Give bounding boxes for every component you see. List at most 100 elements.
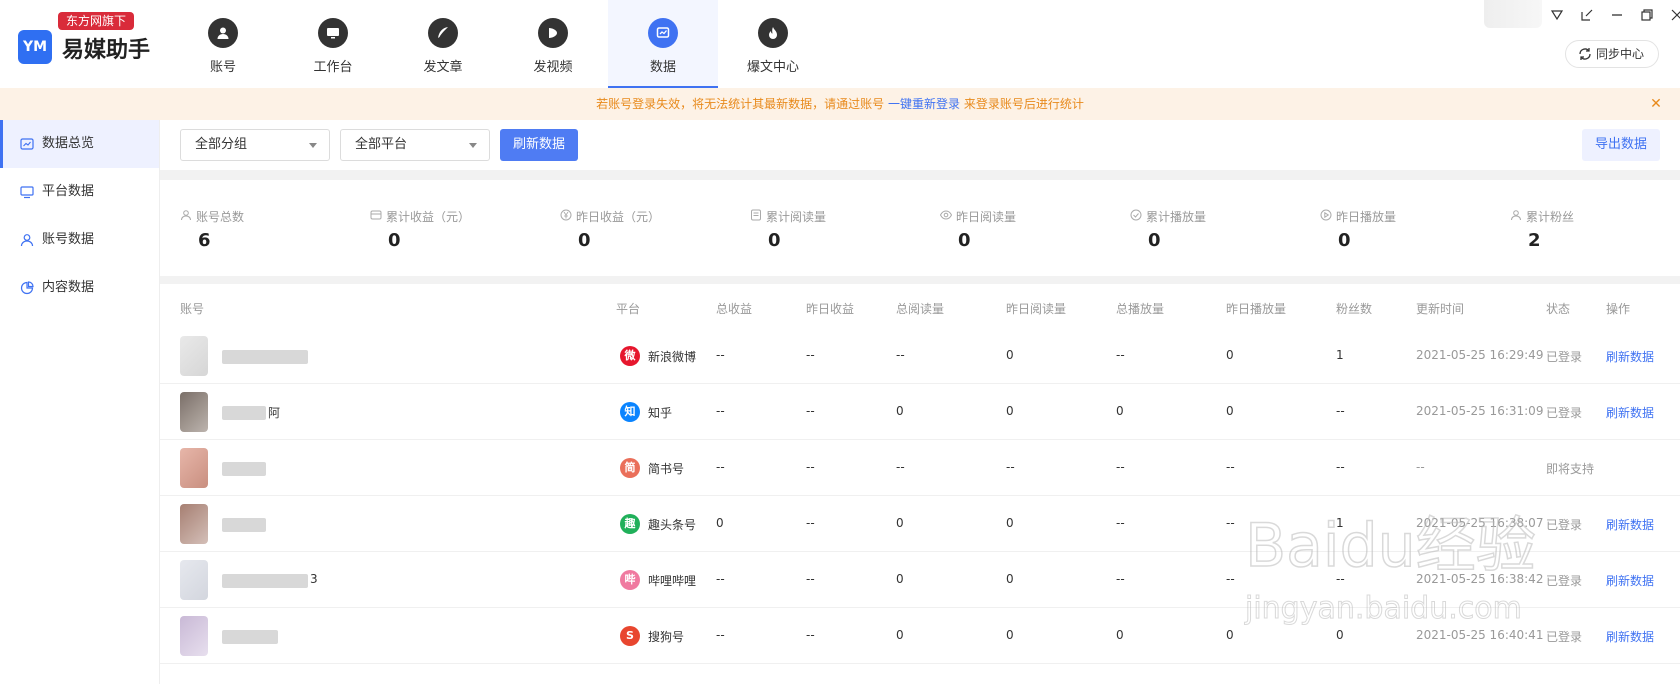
nav-label: 发文章 [423, 60, 463, 75]
refresh-row-button[interactable]: 刷新数据 [1606, 628, 1654, 645]
table-cell: 0 [896, 516, 904, 530]
table-cell: 0 [1006, 516, 1014, 530]
export-data-button[interactable]: 导出数据 [1582, 129, 1660, 161]
stat-label: 昨日播放量 [1336, 210, 1397, 224]
nav-item-post-video[interactable]: 发视频 [498, 0, 608, 88]
brand-badge: 东方网旗下 [58, 12, 135, 30]
sidebar-item-account-data[interactable]: 账号数据 [0, 216, 159, 264]
play-circle-icon [1320, 209, 1332, 221]
table-cell: 0 [1226, 628, 1234, 642]
main-content: 全部分组 全部平台 刷新数据 导出数据 账号总数 6 累计收益（元） 0 昨日收… [160, 120, 1680, 684]
nav-item-post-article[interactable]: 发文章 [388, 0, 498, 88]
stat-total-accounts: 账号总数 6 [160, 180, 350, 276]
table-cell: -- [806, 628, 815, 642]
stat-label: 累计收益（元） [386, 210, 471, 224]
table-cell: -- [1116, 516, 1125, 530]
platform-select[interactable]: 全部平台 [340, 129, 490, 161]
table-cell: 0 [896, 404, 904, 418]
account-data-table: 账号 平台 总收益 昨日收益 总阅读量 昨日阅读量 总播放量 昨日播放量 粉丝数… [160, 284, 1680, 684]
account-name-redacted [222, 630, 278, 644]
table-cell: 0 [1336, 628, 1344, 642]
col-total-income[interactable]: 总收益 [716, 300, 752, 317]
sync-center-label: 同步中心 [1596, 47, 1645, 61]
table-cell: 0 [1116, 404, 1124, 418]
sidebar-item-content-data[interactable]: 内容数据 [0, 264, 159, 312]
stat-yesterday-income: 昨日收益（元） 0 [540, 180, 730, 276]
avatar [180, 448, 208, 488]
status-text: 已登录 [1546, 406, 1583, 420]
avatar [180, 560, 208, 600]
refresh-row-button[interactable]: 刷新数据 [1606, 572, 1654, 589]
minimize-icon[interactable] [1608, 6, 1626, 24]
col-total-plays[interactable]: 总播放量 [1116, 300, 1164, 317]
restore-icon[interactable] [1638, 6, 1656, 24]
edit-icon[interactable] [1578, 6, 1596, 24]
user-icon [181, 210, 191, 221]
refresh-row-button[interactable]: 刷新数据 [1606, 404, 1654, 421]
stat-yesterday-reads: 昨日阅读量 0 [920, 180, 1110, 276]
sidebar-item-platform-data[interactable]: 平台数据 [0, 168, 159, 216]
table-cell: 0 [1006, 572, 1014, 586]
toolbar: 全部分组 全部平台 刷新数据 导出数据 [160, 120, 1680, 170]
refresh-row-button[interactable]: 刷新数据 [1606, 348, 1654, 365]
col-update-time[interactable]: 更新时间 [1416, 300, 1464, 317]
brand-mark-icon: YM [18, 30, 52, 64]
account-name-redacted [222, 462, 266, 476]
table-cell: -- [716, 460, 725, 474]
table-row: 趣趣头条号 0 -- 0 0 -- -- 1 2021-05-25 16:38:07 已登录 刷新数… [160, 496, 1680, 552]
table-cell: -- [1116, 572, 1125, 586]
col-fans[interactable]: 粉丝数 [1336, 300, 1372, 317]
brand-name: 易媒助手 [62, 38, 151, 63]
status-text: 已登录 [1546, 518, 1583, 532]
sogou-icon: S [620, 626, 640, 646]
table-cell: -- [806, 460, 815, 474]
table-cell: -- [716, 628, 725, 642]
notice-text-2: 来登录账号后进行统计 [963, 97, 1084, 111]
stat-label: 昨日阅读量 [956, 210, 1017, 224]
table-cell: 0 [716, 516, 724, 530]
table-row: S 搜狗号 -- -- 0 0 0 0 0 2021-05-25 16:40:41 已登录 刷新数据 [160, 608, 1680, 664]
sidebar-item-label: 数据总览 [42, 136, 95, 151]
weibo-icon: 微 [620, 346, 640, 366]
col-total-reads[interactable]: 总阅读量 [896, 300, 944, 317]
table-cell: -- [1336, 404, 1345, 418]
close-icon[interactable] [1668, 6, 1680, 24]
stat-total-reads: 累计阅读量 0 [730, 180, 920, 276]
platform-name: 搜狗号 [648, 630, 685, 644]
dropdown-icon[interactable] [1548, 6, 1566, 24]
table-cell: -- [716, 348, 725, 362]
table-cell: 0 [896, 628, 904, 642]
col-account[interactable]: 账号 [180, 300, 204, 317]
user-icon [1511, 210, 1521, 221]
nav-item-workbench[interactable]: 工作台 [278, 0, 388, 88]
col-platform[interactable]: 平台 [616, 300, 640, 317]
chart-box-icon [20, 138, 34, 150]
stat-value: 2 [1528, 230, 1541, 251]
nav-item-data[interactable]: 数据 [608, 0, 718, 88]
nav-item-account[interactable]: 账号 [168, 0, 278, 88]
nav-item-hot-articles[interactable]: 爆文中心 [718, 0, 828, 88]
col-yesterday-income[interactable]: 昨日收益 [806, 300, 854, 317]
table-cell: -- [1006, 460, 1015, 474]
stat-value: 0 [388, 230, 401, 251]
col-yesterday-plays[interactable]: 昨日播放量 [1226, 300, 1286, 317]
wallet-icon [370, 210, 382, 220]
col-actions[interactable]: 操作 [1606, 300, 1630, 317]
stat-label: 昨日收益（元） [576, 210, 661, 224]
stat-value: 6 [198, 230, 211, 251]
group-select[interactable]: 全部分组 [180, 129, 330, 161]
col-status[interactable]: 状态 [1546, 300, 1570, 317]
refresh-data-button[interactable]: 刷新数据 [500, 129, 578, 161]
sidebar-item-overview[interactable]: 数据总览 [0, 120, 159, 168]
table-cell: -- [896, 348, 905, 362]
close-icon[interactable]: ✕ [1648, 96, 1664, 112]
user-avatar[interactable] [1484, 0, 1542, 28]
sidebar-item-label: 账号数据 [42, 232, 95, 247]
refresh-row-button[interactable]: 刷新数据 [1606, 516, 1654, 533]
sync-center-button[interactable]: 同步中心 [1565, 40, 1659, 68]
relogin-link[interactable]: 一键重新登录 [888, 97, 960, 111]
table-cell: -- [1116, 460, 1125, 474]
col-yesterday-reads[interactable]: 昨日阅读量 [1006, 300, 1066, 317]
table-cell: -- [806, 572, 815, 586]
platform-name: 简书号 [648, 462, 685, 476]
